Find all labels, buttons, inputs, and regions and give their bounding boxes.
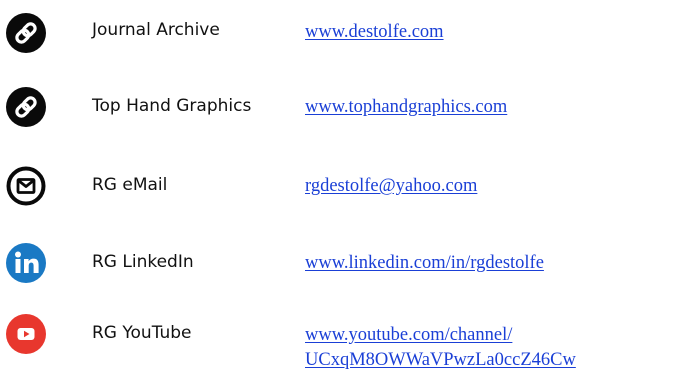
- url-text[interactable]: www.tophandgraphics.com: [305, 95, 507, 120]
- url-text[interactable]: rgdestolfe@yahoo.com: [305, 174, 477, 199]
- link-icon[interactable]: [6, 13, 46, 53]
- link-label: Top Hand Graphics: [92, 96, 252, 116]
- youtube-icon[interactable]: [6, 314, 46, 354]
- url-link[interactable]: www.destolfe.com: [305, 20, 444, 45]
- link-icon[interactable]: [6, 87, 46, 127]
- url-text-line-2[interactable]: UCxqM8OWWaVPwzLa0ccZ46Cw: [305, 348, 576, 373]
- link-label: RG LinkedIn: [92, 252, 194, 272]
- link-label: RG YouTube: [92, 323, 192, 343]
- email-icon[interactable]: [6, 166, 46, 206]
- url-link[interactable]: rgdestolfe@yahoo.com: [305, 174, 477, 199]
- linkedin-icon[interactable]: [6, 243, 46, 283]
- url-text-line-1[interactable]: www.youtube.com/channel/: [305, 323, 576, 348]
- link-label: RG eMail: [92, 175, 168, 195]
- url-text[interactable]: www.linkedin.com/in/rgdestolfe: [305, 251, 544, 276]
- url-link[interactable]: www.youtube.com/channel/ UCxqM8OWWaVPwzL…: [305, 323, 576, 373]
- url-text[interactable]: www.destolfe.com: [305, 20, 444, 45]
- url-link[interactable]: www.tophandgraphics.com: [305, 95, 507, 120]
- url-link[interactable]: www.linkedin.com/in/rgdestolfe: [305, 251, 544, 276]
- link-label: Journal Archive: [92, 20, 220, 40]
